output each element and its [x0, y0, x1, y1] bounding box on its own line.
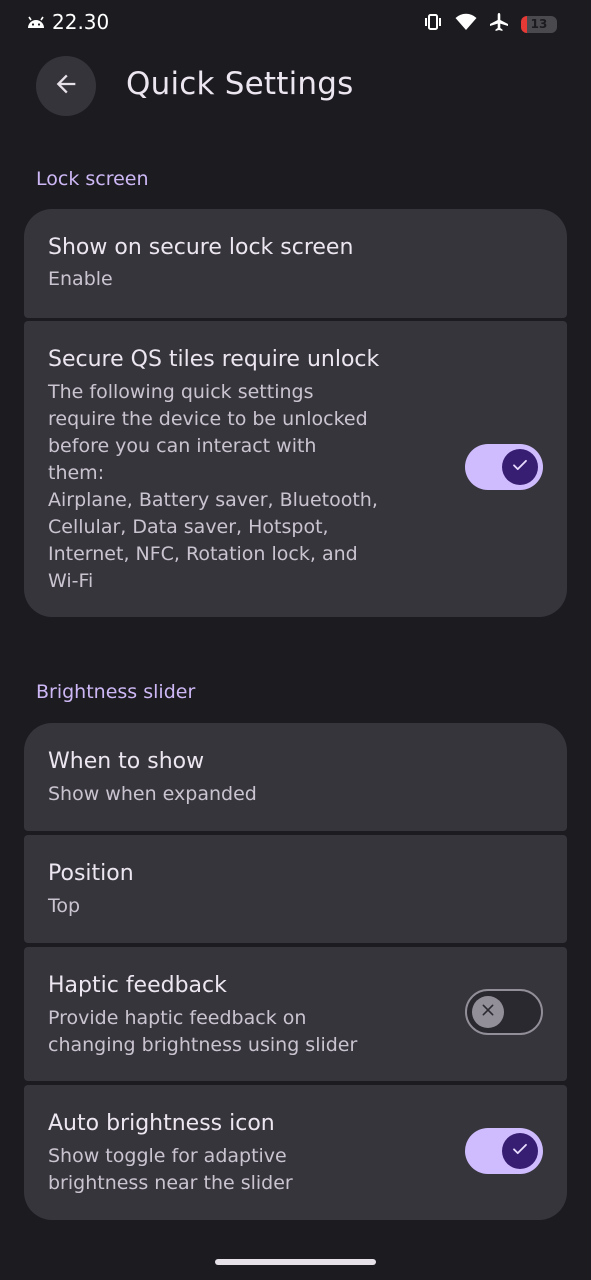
setting-subtitle: Enable	[48, 268, 113, 290]
back-button[interactable]	[36, 56, 96, 116]
check-icon	[511, 1140, 529, 1162]
arrow-back-icon	[52, 70, 80, 102]
subtitle-line: Provide haptic feedback on	[48, 1007, 307, 1029]
setting-auto-brightness-icon[interactable]: Auto brightness icon Show toggle for ada…	[24, 1085, 567, 1220]
subtitle-line: changing brightness using slider	[48, 1034, 358, 1056]
setting-title: When to show	[48, 749, 205, 774]
setting-secure-qs-tiles-require-unlock[interactable]: Secure QS tiles require unlock The follo…	[24, 321, 567, 617]
check-icon	[511, 456, 529, 478]
setting-title: Show on secure lock screen	[48, 235, 354, 260]
status-left: 22.30	[26, 10, 109, 34]
setting-subtitle: Show when expanded	[48, 783, 257, 805]
secure-qs-toggle[interactable]	[465, 444, 543, 490]
home-indicator[interactable]	[215, 1259, 376, 1265]
subtitle-line: Airplane, Battery saver, Bluetooth,	[48, 489, 378, 511]
toggle-knob	[502, 449, 538, 485]
setting-title: Haptic feedback	[48, 973, 227, 998]
page-title: Quick Settings	[126, 66, 354, 102]
subtitle-line: brightness near the slider	[48, 1172, 293, 1194]
toggle-knob	[472, 996, 504, 1028]
vibrate-icon	[423, 12, 443, 36]
auto-brightness-icon-toggle[interactable]	[465, 1128, 543, 1174]
wifi-icon	[455, 13, 477, 35]
battery-icon: 13	[521, 15, 557, 33]
subtitle-line: require the device to be unlocked	[48, 408, 368, 430]
status-time: 22.30	[52, 10, 110, 34]
android-icon	[26, 10, 46, 34]
close-icon	[480, 1002, 496, 1022]
setting-position[interactable]: Position Top	[24, 835, 567, 943]
setting-subtitle: Provide haptic feedback on changing brig…	[48, 1005, 357, 1059]
airplane-icon	[489, 12, 509, 36]
battery-level: 13	[530, 17, 548, 31]
subtitle-line: Internet, NFC, Rotation lock, and	[48, 543, 358, 565]
section-label-lock-screen: Lock screen	[36, 168, 149, 190]
setting-title: Secure QS tiles require unlock	[48, 347, 380, 372]
subtitle-line: Cellular, Data saver, Hotspot,	[48, 516, 329, 538]
setting-haptic-feedback[interactable]: Haptic feedback Provide haptic feedback …	[24, 947, 567, 1081]
haptic-feedback-toggle[interactable]	[465, 989, 543, 1035]
setting-when-to-show[interactable]: When to show Show when expanded	[24, 723, 567, 831]
subtitle-line: them:	[48, 462, 105, 484]
setting-subtitle: Top	[48, 895, 81, 917]
setting-subtitle: The following quick settings require the…	[48, 379, 378, 595]
subtitle-line: Show toggle for adaptive	[48, 1145, 287, 1167]
setting-title: Auto brightness icon	[48, 1111, 275, 1136]
section-label-brightness-slider: Brightness slider	[36, 681, 196, 703]
toggle-knob	[502, 1133, 538, 1169]
setting-show-on-secure-lock-screen[interactable]: Show on secure lock screen Enable	[24, 209, 567, 318]
setting-subtitle: Show toggle for adaptive brightness near…	[48, 1143, 293, 1197]
status-bar: 22.30 13	[0, 0, 591, 46]
setting-title: Position	[48, 861, 134, 886]
status-right: 13	[423, 12, 557, 36]
subtitle-line: before you can interact with	[48, 435, 317, 457]
subtitle-line: Wi-Fi	[48, 570, 94, 592]
subtitle-line: The following quick settings	[48, 381, 314, 403]
